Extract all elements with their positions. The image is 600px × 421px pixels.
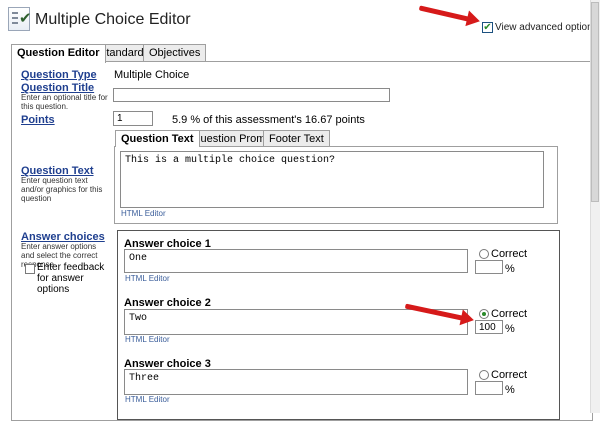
answer-1-percent-sign: % — [505, 263, 515, 275]
annotation-arrow-advanced — [418, 5, 471, 22]
answer-3-percent-input[interactable] — [475, 381, 503, 395]
answer-1-html-editor-link[interactable]: HTML Editor — [125, 274, 170, 283]
answer-3-html-editor-link[interactable]: HTML Editor — [125, 395, 170, 404]
view-advanced-label[interactable]: View advanced options — [495, 22, 598, 33]
answer-1-correct-label[interactable]: Correct — [491, 248, 527, 260]
checklist-icon: ✔ — [8, 7, 32, 31]
page-title: Multiple Choice Editor — [35, 11, 191, 28]
points-input[interactable] — [113, 111, 153, 126]
question-title-hint: Enter an optional title for this questio… — [21, 93, 108, 111]
scrollbar-thumb[interactable] — [591, 2, 599, 202]
answer-2-correct-radio[interactable] — [479, 309, 489, 319]
view-advanced-checkbox[interactable]: ✔ — [482, 22, 493, 33]
answer-1-percent-input[interactable] — [475, 260, 503, 274]
answer-2-title: Answer choice 2 — [124, 297, 211, 309]
checkmark-icon: ✔ — [483, 22, 492, 33]
tab-question-text[interactable]: Question Text — [115, 130, 200, 147]
question-title-input[interactable] — [113, 88, 390, 102]
answer-1-correct-radio[interactable] — [479, 249, 489, 259]
question-text-hint: Enter question text and/or graphics for … — [21, 176, 103, 203]
question-type-value: Multiple Choice — [114, 69, 190, 81]
question-text-editor[interactable]: This is a multiple choice question? — [120, 151, 544, 208]
answer-3-editor[interactable]: Three — [124, 369, 468, 395]
answer-3-percent-sign: % — [505, 384, 515, 396]
feedback-checkbox[interactable] — [25, 264, 35, 274]
feedback-label[interactable]: Enter feedback for answer options — [37, 262, 112, 295]
tab-objectives[interactable]: Objectives — [143, 44, 207, 61]
answer-3-correct-radio[interactable] — [479, 370, 489, 380]
tab-question-editor[interactable]: Question Editor — [11, 44, 106, 63]
answer-2-html-editor-link[interactable]: HTML Editor — [125, 335, 170, 344]
answer-2-percent-sign: % — [505, 323, 515, 335]
answer-2-percent-input[interactable] — [475, 320, 503, 334]
answer-3-correct-label[interactable]: Correct — [491, 369, 527, 381]
answer-2-editor[interactable]: Two — [124, 309, 468, 335]
question-text-html-editor-link[interactable]: HTML Editor — [121, 209, 166, 218]
question-type-link[interactable]: Question Type — [21, 69, 97, 81]
answer-1-editor[interactable]: One — [124, 249, 468, 273]
tab-footer-text[interactable]: Footer Text — [263, 130, 330, 146]
points-summary: 5.9 % of this assessment's 16.67 points — [172, 114, 365, 126]
points-link[interactable]: Points — [21, 114, 55, 126]
answer-2-correct-label[interactable]: Correct — [491, 308, 527, 320]
